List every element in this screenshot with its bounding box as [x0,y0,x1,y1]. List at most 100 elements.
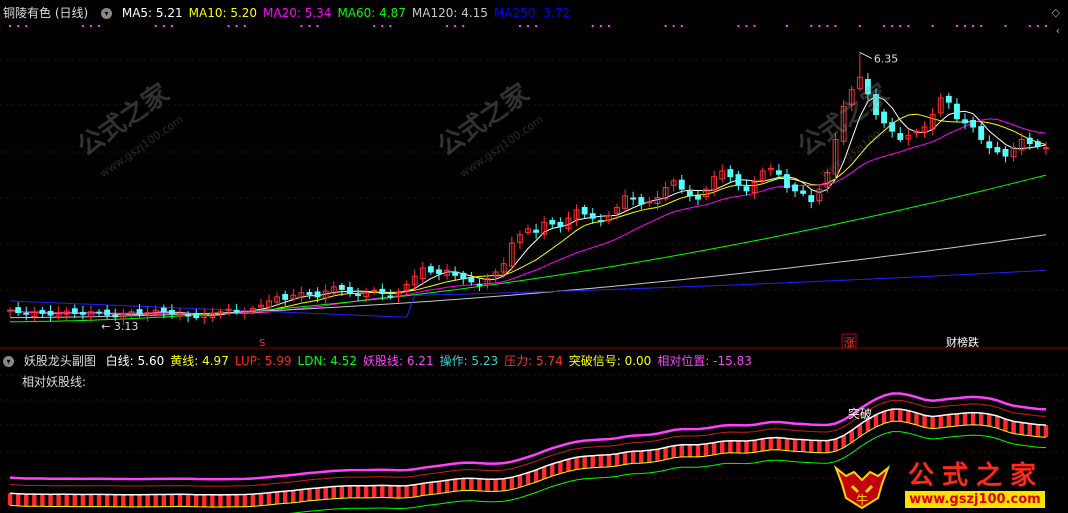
signal-dot [17,25,20,27]
ma-labels: MA5: 5.21 MA10: 5.20 MA20: 5.34 MA60: 4.87 M… [122,6,576,20]
sub-values: 白线: 5.60 黄线: 4.97 LUP: 5.99 LDN: 4.52 妖股线: 6… [106,354,758,368]
candle-body [241,312,248,315]
candle-body [104,309,111,316]
candle-body [185,314,192,317]
indicator-value: 白线: 5.60 [105,354,165,368]
signal-dot [964,25,967,27]
candle-body [233,309,240,312]
signal-dot [818,25,821,27]
candle-body [581,206,588,215]
indicator-value: 突破信号: 0.00 [568,354,652,368]
stock-name[interactable]: 铜陵有色 (日线) [3,6,88,20]
signal-dot [664,25,667,27]
signal-dot [518,25,521,27]
indicator-value: 压力: 5.74 [504,354,563,368]
candle-body [557,221,564,227]
sub-legend: ▾ 妖股龙头副图 白线: 5.60 黄线: 4.97 LUP: 5.99 LDN: 4… [0,352,764,370]
signal-dot [300,25,303,27]
candle-body [282,293,289,300]
signal-dot [170,25,173,27]
candle-body [775,170,782,175]
candle-body [136,309,143,314]
candle-body [436,269,442,275]
ma20-line [9,118,1047,315]
candle-body [792,184,798,192]
candle-body [954,103,960,120]
signal-dot [1036,25,1039,27]
indicator-value: LUP: 5.99 [234,354,292,368]
logo-bull-icon: 牛 [833,464,891,510]
main-legend: 铜陵有色 (日线) ▾ MA5: 5.21 MA10: 5.20 MA20: 5.3… [0,4,582,22]
signal-dot [980,25,983,27]
signal-dot [753,25,756,27]
candle-body [225,308,232,311]
chevron-left-icon[interactable]: ‹ [1056,24,1060,37]
candle-body [630,197,637,200]
signal-dot [858,25,861,27]
candle-body [638,197,645,205]
signal-dot [607,25,610,27]
candle-body [945,95,952,103]
candle-body [96,311,102,314]
candle-body [897,133,904,140]
candle-body [7,309,13,312]
signal-dot [446,25,449,27]
candle-body [314,291,321,298]
signal-dot [89,25,92,27]
candle-body [1034,141,1041,147]
signal-dot [672,25,675,27]
candle-body [71,308,78,314]
candle-body [1002,148,1009,157]
candle-body [597,220,604,223]
signal-dots [9,25,1047,27]
svg-text:牛: 牛 [856,492,868,507]
candle-body [1043,147,1049,150]
signal-dot [81,25,84,27]
signal-dot [955,25,958,27]
candle-body [735,174,742,186]
candle-body [686,191,693,197]
event-caibang: 财榜跌 [946,335,979,349]
indicator-value: 妖股线: 6.21 [363,354,434,368]
candle-body [160,307,167,313]
event-zhang: 涨 [844,336,855,349]
ma-label: MA120: 4.15 [411,6,488,20]
candle-body [533,229,540,233]
high-label: 6.35 [874,52,899,65]
candle-body [452,271,459,276]
candle-body [387,295,394,298]
signal-dot [972,25,975,27]
signal-dot [1028,25,1031,27]
ma10-line [9,113,1047,315]
indicator-value: 相对位置: -15.83 [657,354,752,368]
candle-body [371,289,378,292]
candle-body [743,186,750,192]
candle-body [47,310,54,316]
candle-body [727,169,734,178]
candle-body [695,195,701,200]
signal-dot [737,25,740,27]
signal-dot [810,25,813,27]
breakout-label: 突破 [848,406,872,421]
signal-dot [454,25,457,27]
signal-dot [235,25,238,27]
candle-body [1026,137,1033,145]
signal-dot [891,25,894,27]
signal-dot [883,25,886,27]
candle-body [39,310,46,314]
collapse-icon[interactable]: ▾ [101,8,113,19]
signal-dot [308,25,311,27]
signal-dot [373,25,376,27]
brand-title: 公式之家 [908,461,1045,491]
signal-dot [826,25,829,27]
diamond-icon[interactable]: ◇ [1052,6,1060,19]
brand-url[interactable]: www.gszj100.com [905,491,1045,508]
indicator-name[interactable]: 妖股龙头副图 [24,354,96,368]
signal-dot [907,25,910,27]
candle-body [112,314,119,318]
signal-dot [1004,25,1007,27]
signal-dot [834,25,837,27]
collapse-icon[interactable]: ▾ [3,356,14,367]
candle-body [306,292,313,295]
candle-body [468,276,475,283]
